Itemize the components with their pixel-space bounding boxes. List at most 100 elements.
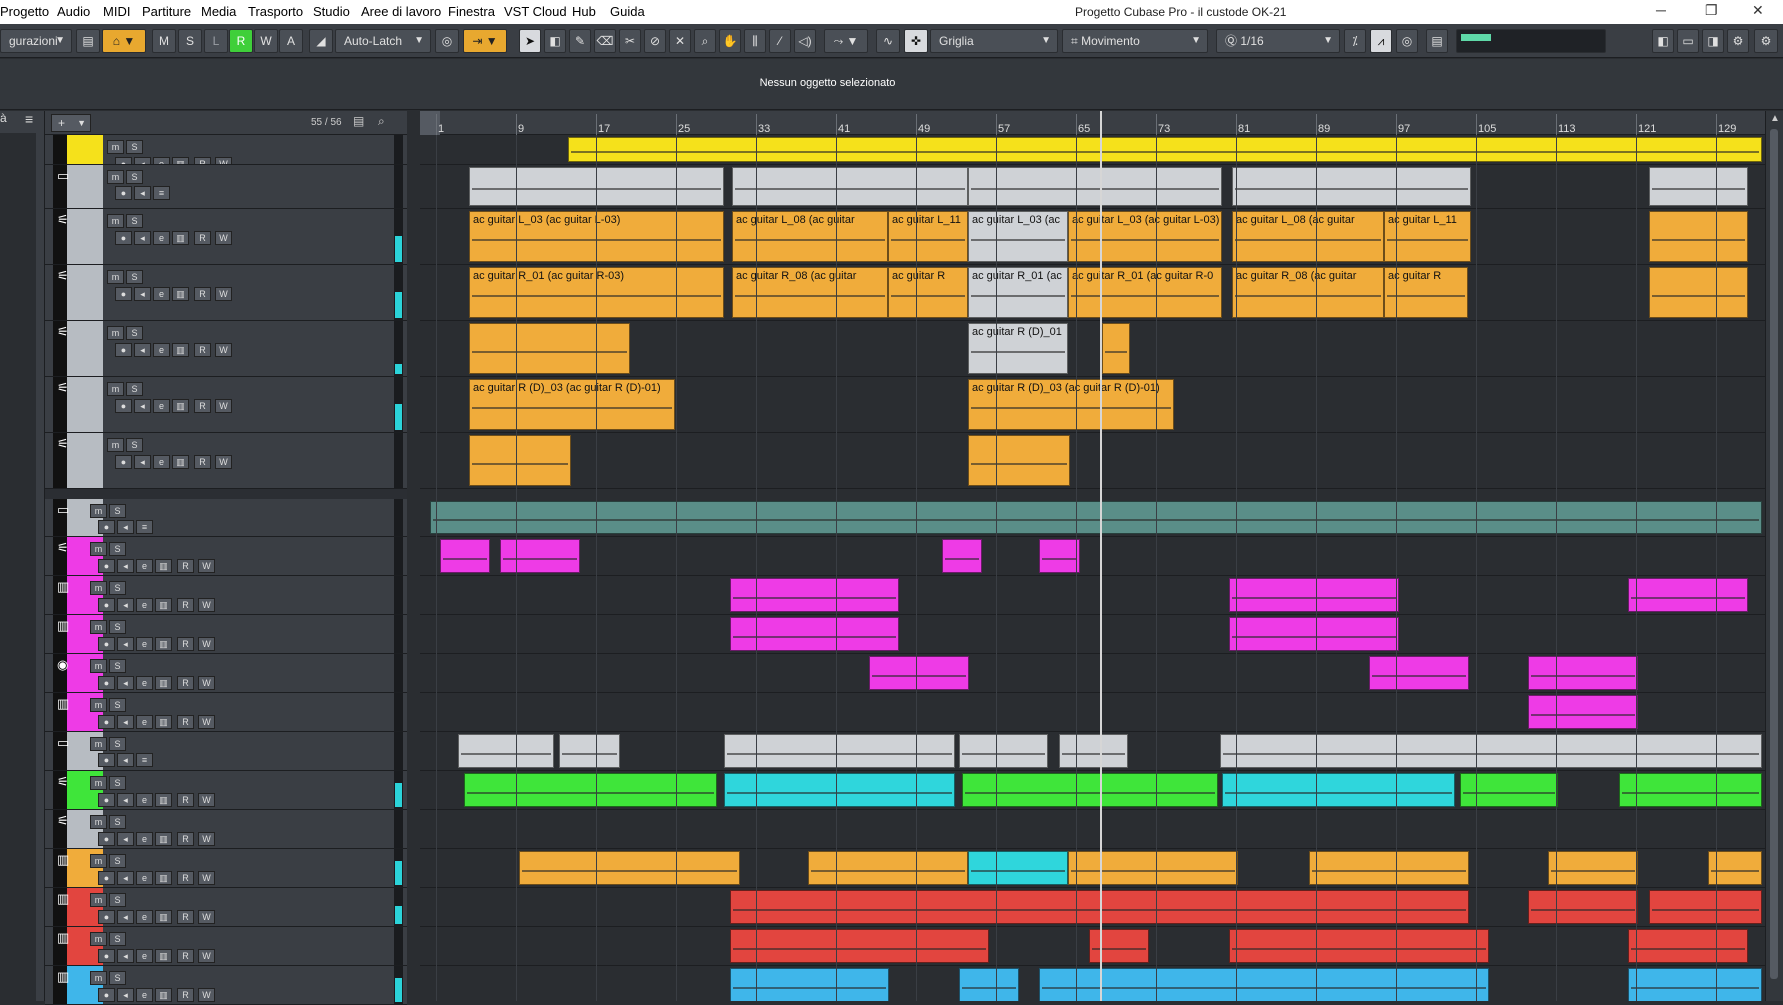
speaker-icon[interactable]: ◂ xyxy=(134,186,151,200)
mute-button[interactable]: m xyxy=(90,581,107,595)
speaker-icon[interactable]: ◂ xyxy=(117,949,134,963)
track-row[interactable]: ▭ m S ● ◂ ≡ xyxy=(45,165,407,209)
menu-trasporto[interactable]: Trasporto xyxy=(248,4,303,19)
solo-button[interactable]: S xyxy=(109,737,126,751)
scroll-up-icon[interactable]: ▲ xyxy=(1770,113,1780,124)
list-icon[interactable]: ▤ xyxy=(76,29,100,53)
edit-icon[interactable]: e xyxy=(153,399,170,413)
monitor-icon[interactable]: ● xyxy=(115,287,132,301)
write-automation-button[interactable]: W xyxy=(215,399,232,413)
event-part[interactable] xyxy=(1369,656,1469,690)
track-row[interactable]: m S ● ◂ e ▥ R W xyxy=(45,135,407,165)
solo-button[interactable]: S xyxy=(109,854,126,868)
solo-button[interactable]: S xyxy=(109,504,126,518)
event-part[interactable] xyxy=(1619,773,1762,807)
event-part[interactable] xyxy=(959,734,1048,768)
mute-button[interactable]: m xyxy=(90,776,107,790)
inserts-icon[interactable]: ▥ xyxy=(155,559,172,573)
speaker-icon[interactable]: ◂ xyxy=(117,559,134,573)
edit-icon[interactable]: e xyxy=(136,988,153,1002)
mute-button[interactable]: m xyxy=(107,438,124,452)
mute-button[interactable]: m xyxy=(90,737,107,751)
monitor-icon[interactable]: ● xyxy=(115,157,132,164)
monitor-icon[interactable]: ● xyxy=(115,343,132,357)
event-display[interactable]: 1 9 17 25 33 41 49 57 65 73 81 89 97 105 113 121 129 ac … xyxy=(420,111,1765,1001)
all-states-button[interactable]: A xyxy=(279,29,303,53)
mute-button[interactable]: m xyxy=(107,326,124,340)
event-part[interactable] xyxy=(519,851,740,885)
event-part[interactable] xyxy=(1229,929,1489,963)
comp-tool-icon[interactable]: ⫼ xyxy=(744,29,766,53)
speaker-icon[interactable]: ◂ xyxy=(117,988,134,1002)
event-part[interactable]: ac guitar R (D)_03 (ac guitar R (D)-01) xyxy=(968,379,1174,430)
search-icon[interactable]: ⌕ xyxy=(378,114,385,129)
edit-icon[interactable]: e xyxy=(136,871,153,885)
read-automation-button[interactable]: R xyxy=(177,832,194,846)
event-part[interactable] xyxy=(1229,578,1399,612)
track-row[interactable]: ▥ m S ● ◂ e ▥ R W xyxy=(45,693,407,732)
inserts-icon[interactable]: ▥ xyxy=(172,157,189,164)
event-part[interactable]: ac guitar L_03 (ac xyxy=(968,211,1068,262)
write-automation-button[interactable]: W xyxy=(198,637,215,651)
event-part[interactable] xyxy=(1649,211,1748,262)
event-part[interactable]: ac guitar R_01 (ac guitar R-0 xyxy=(1068,267,1222,318)
read-automation-button[interactable]: R xyxy=(177,676,194,690)
right-zone-toggle-icon[interactable]: ◨ xyxy=(1702,29,1724,53)
event-part[interactable]: ac guitar L_11 xyxy=(888,211,968,262)
track-visibility-icon[interactable]: ▤ xyxy=(353,114,364,128)
event-part[interactable] xyxy=(732,167,968,206)
monitor-icon[interactable]: ● xyxy=(98,832,115,846)
event-part[interactable] xyxy=(559,734,620,768)
monitor-icon[interactable]: ● xyxy=(98,949,115,963)
solo-all-button[interactable]: S xyxy=(178,29,202,53)
write-automation-button[interactable]: W xyxy=(198,793,215,807)
event-part[interactable] xyxy=(1039,539,1080,573)
edit-icon[interactable]: e xyxy=(136,715,153,729)
speaker-icon[interactable]: ◂ xyxy=(117,910,134,924)
event-part[interactable] xyxy=(458,734,554,768)
track-row[interactable]: ▥ m S ● ◂ e ▥ R W xyxy=(45,849,407,888)
speaker-icon[interactable]: ◂ xyxy=(134,399,151,413)
event-part[interactable] xyxy=(730,929,989,963)
write-automation-button[interactable]: W xyxy=(215,343,232,357)
monitor-icon[interactable]: ● xyxy=(115,231,132,245)
event-part[interactable] xyxy=(962,773,1218,807)
track-row[interactable]: ⚟ m S ● ◂ e ▥ R W xyxy=(45,810,407,849)
edit-icon[interactable]: e xyxy=(136,637,153,651)
minimize-icon[interactable]: ─ xyxy=(1656,2,1666,18)
edit-icon[interactable]: e xyxy=(136,676,153,690)
event-part[interactable] xyxy=(808,851,968,885)
constrain-delay-icon[interactable]: ⌂ ▼ xyxy=(102,29,146,53)
write-automation-button[interactable]: W xyxy=(215,157,232,164)
write-automation-button[interactable]: W xyxy=(198,988,215,1002)
mute-button[interactable]: m xyxy=(90,971,107,985)
menu-finestra[interactable]: Finestra xyxy=(448,4,495,19)
quantize-preset-icon[interactable]: ⩘ xyxy=(1370,29,1392,53)
event-part[interactable] xyxy=(1649,167,1748,206)
solo-button[interactable]: S xyxy=(126,326,143,340)
range-tool-icon[interactable]: ◧ xyxy=(544,29,566,53)
mute-button[interactable]: m xyxy=(90,932,107,946)
edit-icon[interactable]: e xyxy=(153,455,170,469)
inserts-icon[interactable]: ▥ xyxy=(172,343,189,357)
event-part[interactable] xyxy=(1528,890,1638,924)
mute-button[interactable]: m xyxy=(90,854,107,868)
monitor-icon[interactable]: ● xyxy=(98,559,115,573)
automation-icon[interactable]: ◢ xyxy=(309,29,333,53)
panel-icon[interactable]: ▤ xyxy=(1426,29,1448,53)
inserts-icon[interactable]: ▥ xyxy=(172,287,189,301)
track-row[interactable]: ⚟ m S ● ◂ e ▥ R W xyxy=(45,209,407,265)
monitor-icon[interactable]: ● xyxy=(98,598,115,612)
snap-type-dropdown[interactable]: Griglia ▼ xyxy=(930,29,1058,53)
vertical-scrollbar[interactable]: ▲ xyxy=(1765,111,1783,1001)
settings-icon[interactable]: ⚙ xyxy=(1754,29,1778,53)
event-part[interactable] xyxy=(1460,773,1558,807)
menu-icon[interactable]: ≡ xyxy=(25,111,33,127)
inserts-icon[interactable]: ▥ xyxy=(172,231,189,245)
read-automation-button[interactable]: R xyxy=(177,793,194,807)
event-part[interactable] xyxy=(959,968,1019,1001)
listen-all-button[interactable]: L xyxy=(204,29,228,53)
monitor-icon[interactable]: ● xyxy=(115,455,132,469)
edit-icon[interactable]: ◎ xyxy=(435,29,459,53)
edit-icon[interactable]: e xyxy=(153,343,170,357)
